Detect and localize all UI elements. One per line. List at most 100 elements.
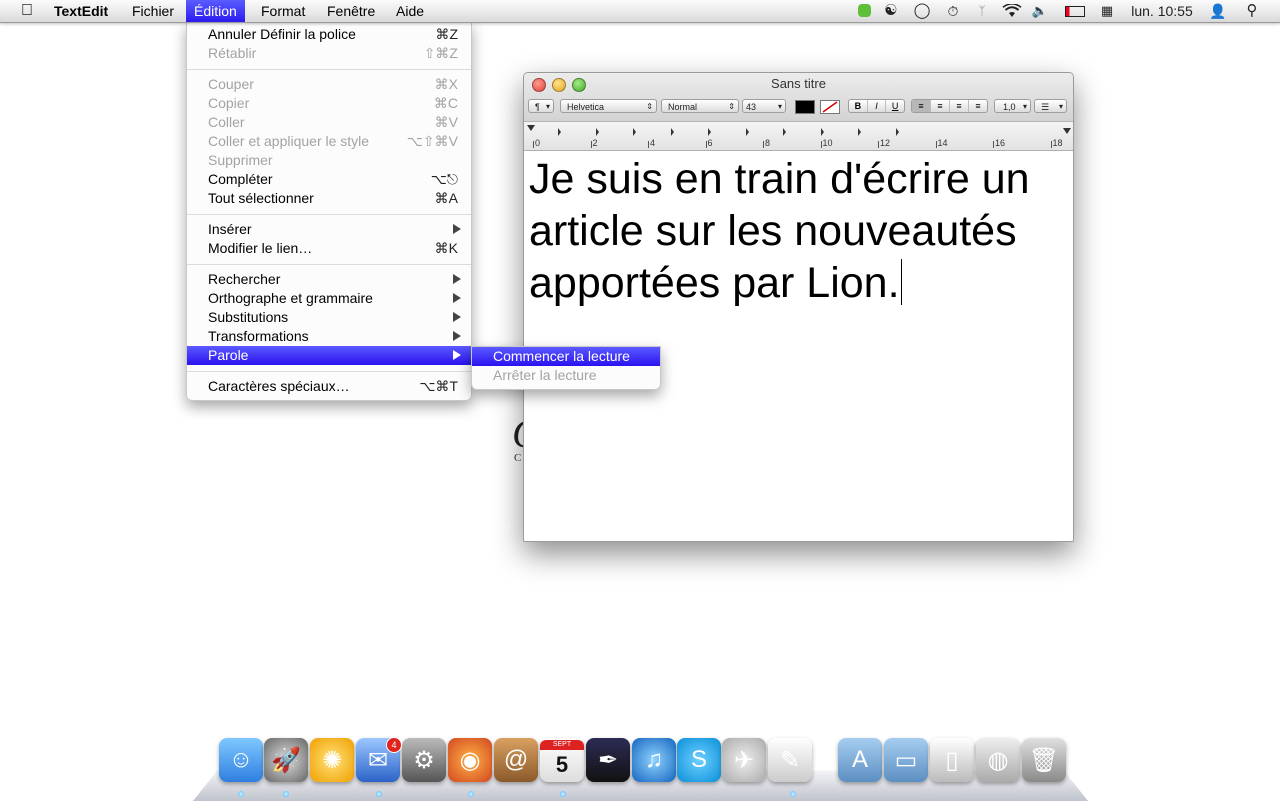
italic-button[interactable]: I	[868, 100, 887, 112]
background-color-swatch[interactable]	[820, 100, 840, 114]
menu-item-substitutions[interactable]: Substitutions	[187, 308, 471, 327]
font-size-combo[interactable]: 43 ▾	[742, 99, 786, 113]
align-right-icon[interactable]: ≡	[950, 100, 969, 112]
menu-format[interactable]: Format	[261, 0, 305, 22]
wifi-icon[interactable]	[1000, 0, 1024, 22]
launchpad-icon[interactable]: 🚀	[264, 738, 308, 782]
left-indent-marker-icon[interactable]	[527, 125, 535, 131]
battery-icon[interactable]	[1062, 0, 1088, 22]
font-style-popup[interactable]: Normal ⇕	[661, 99, 739, 113]
menu-item-undo[interactable]: Annuler Définir la police ⌘Z	[187, 25, 471, 44]
volume-icon[interactable]: 🔈	[1030, 0, 1050, 22]
tab-stop-marker[interactable]	[633, 128, 636, 136]
skype-icon[interactable]: S	[677, 738, 721, 782]
system-preferences-icon[interactable]: ⚙	[402, 738, 446, 782]
downloads-stack-icon[interactable]: ▯	[930, 738, 974, 782]
line-spacing-popup[interactable]: 1,0 ▾	[994, 99, 1031, 113]
list-style-popup[interactable]: ☰ ▾	[1034, 99, 1067, 113]
apple-menu-icon[interactable]: 	[12, 0, 42, 22]
ruler-number: 12	[880, 138, 891, 148]
menu-item-delete[interactable]: Supprimer	[187, 151, 471, 170]
menu-item-complete[interactable]: Compléter ⌥⎋	[187, 170, 471, 189]
ruler-number: 10	[822, 138, 833, 148]
menu-item-spelling-grammar[interactable]: Orthographe et grammaire	[187, 289, 471, 308]
ruler-tick	[935, 141, 937, 148]
tab-stop-marker[interactable]	[895, 128, 899, 136]
tab-stop-marker[interactable]	[708, 128, 711, 136]
text-color-swatch[interactable]	[795, 100, 815, 114]
menu-fenetre[interactable]: Fenêtre	[327, 0, 375, 22]
calendar-day: 5	[555, 752, 569, 777]
paragraph-style-popup[interactable]: ¶ ▾	[528, 99, 554, 113]
documents-folder-icon[interactable]: ▭	[884, 738, 928, 782]
menu-item-insert[interactable]: Insérer	[187, 220, 471, 239]
evernote-icon[interactable]	[856, 0, 872, 22]
ruler-tick	[878, 141, 879, 148]
time-machine-icon[interactable]: ⏱	[944, 0, 962, 22]
user-icon[interactable]: 👤	[1208, 0, 1228, 22]
menu-app-name[interactable]: TextEdit	[54, 0, 108, 22]
tab-stop-marker[interactable]	[858, 128, 861, 136]
menu-item-paste[interactable]: Coller ⌘V	[187, 113, 471, 132]
calendar-month: SEPT	[540, 740, 584, 750]
bold-button[interactable]: B	[849, 100, 868, 112]
applications-folder-icon[interactable]: A	[838, 738, 882, 782]
menu-aide[interactable]: Aide	[396, 0, 424, 22]
menu-item-select-all[interactable]: Tout sélectionner ⌘A	[187, 189, 471, 208]
menu-item-paste-match-style[interactable]: Coller et appliquer le style ⌥⇧⌘V	[187, 132, 471, 151]
ruler-number: 0	[535, 138, 541, 148]
chat-bubble-icon[interactable]: ◯	[912, 0, 932, 22]
tab-stop-marker[interactable]	[745, 128, 749, 136]
trash-icon[interactable]: 🗑	[1022, 738, 1066, 782]
tab-stop-marker[interactable]	[820, 128, 824, 136]
aperture-icon[interactable]: ✒	[586, 738, 630, 782]
menu-item-transformations[interactable]: Transformations	[187, 327, 471, 346]
updown-arrow-icon: ⇕	[728, 102, 735, 111]
menu-item-shortcut: ⌘V	[434, 114, 458, 130]
font-family-value: Helvetica	[567, 102, 605, 112]
window-titlebar[interactable]: Sans titre ¶ ▾ Helvetica ⇕ Normal ⇕ 43 ▾ B I…	[524, 73, 1073, 122]
menu-item-copy[interactable]: Copier ⌘C	[187, 94, 471, 113]
menu-item-cut[interactable]: Couper ⌘X	[187, 75, 471, 94]
spotlight-search-icon[interactable]: ⚲	[1242, 0, 1262, 22]
right-indent-marker-icon[interactable]	[1063, 128, 1071, 134]
finder-icon[interactable]: ☺	[219, 738, 263, 782]
align-center-icon[interactable]: ≡	[931, 100, 950, 112]
menu-item-find[interactable]: Rechercher	[187, 270, 471, 289]
tab-stop-marker[interactable]	[558, 128, 561, 136]
chevron-down-icon: ▾	[777, 102, 782, 111]
tab-stop-marker[interactable]	[783, 128, 786, 136]
align-left-icon[interactable]: ≡	[912, 100, 931, 112]
menu-item-stop-speaking[interactable]: Arrêter la lecture	[472, 366, 660, 385]
web-stack-icon[interactable]: ◍	[976, 738, 1020, 782]
menu-item-start-speaking[interactable]: Commencer la lecture	[472, 347, 660, 366]
font-family-popup[interactable]: Helvetica ⇕	[560, 99, 657, 113]
menu-item-speech[interactable]: Parole	[187, 346, 471, 365]
tab-stop-marker[interactable]	[670, 128, 674, 136]
alignment-buttons: ≡ ≡ ≡ ≡	[911, 99, 988, 113]
ical-icon[interactable]: SEPT 5	[540, 738, 584, 782]
itunes-icon[interactable]: ♫	[632, 738, 676, 782]
menu-edition[interactable]: Édition	[186, 0, 245, 22]
automator-icon[interactable]: ✈	[722, 738, 766, 782]
align-justify-icon[interactable]: ≡	[969, 100, 987, 112]
address-book-icon[interactable]: @	[494, 738, 538, 782]
tab-stop-marker[interactable]	[595, 128, 599, 136]
iphoto-icon[interactable]: ✺	[310, 738, 354, 782]
clock[interactable]: lun. 10:55	[1126, 0, 1198, 22]
accessibility-icon[interactable]: ☯	[882, 0, 900, 22]
menu-item-shortcut: ⌥⌘T	[419, 378, 458, 394]
document-text-area[interactable]: Je suis en train d'écrire un article sur…	[529, 153, 1064, 309]
menu-fichier[interactable]: Fichier	[132, 0, 174, 22]
input-menu-icon[interactable]: ▦	[1097, 0, 1117, 22]
underline-button[interactable]: U	[886, 100, 904, 112]
running-indicator	[468, 791, 474, 797]
menu-item-redo[interactable]: Rétablir ⇧⌘Z	[187, 44, 471, 63]
bluetooth-icon[interactable]: ᛉ	[975, 0, 989, 22]
ruler[interactable]: 0 2 4 6 8 10 12 14 16 18	[524, 122, 1073, 151]
textedit-icon[interactable]: ✎	[768, 738, 812, 782]
menu-item-special-characters[interactable]: Caractères spéciaux… ⌥⌘T	[187, 377, 471, 396]
firefox-icon[interactable]: ◉	[448, 738, 492, 782]
menu-item-label: Compléter	[208, 171, 273, 187]
menu-item-edit-link[interactable]: Modifier le lien… ⌘K	[187, 239, 471, 258]
